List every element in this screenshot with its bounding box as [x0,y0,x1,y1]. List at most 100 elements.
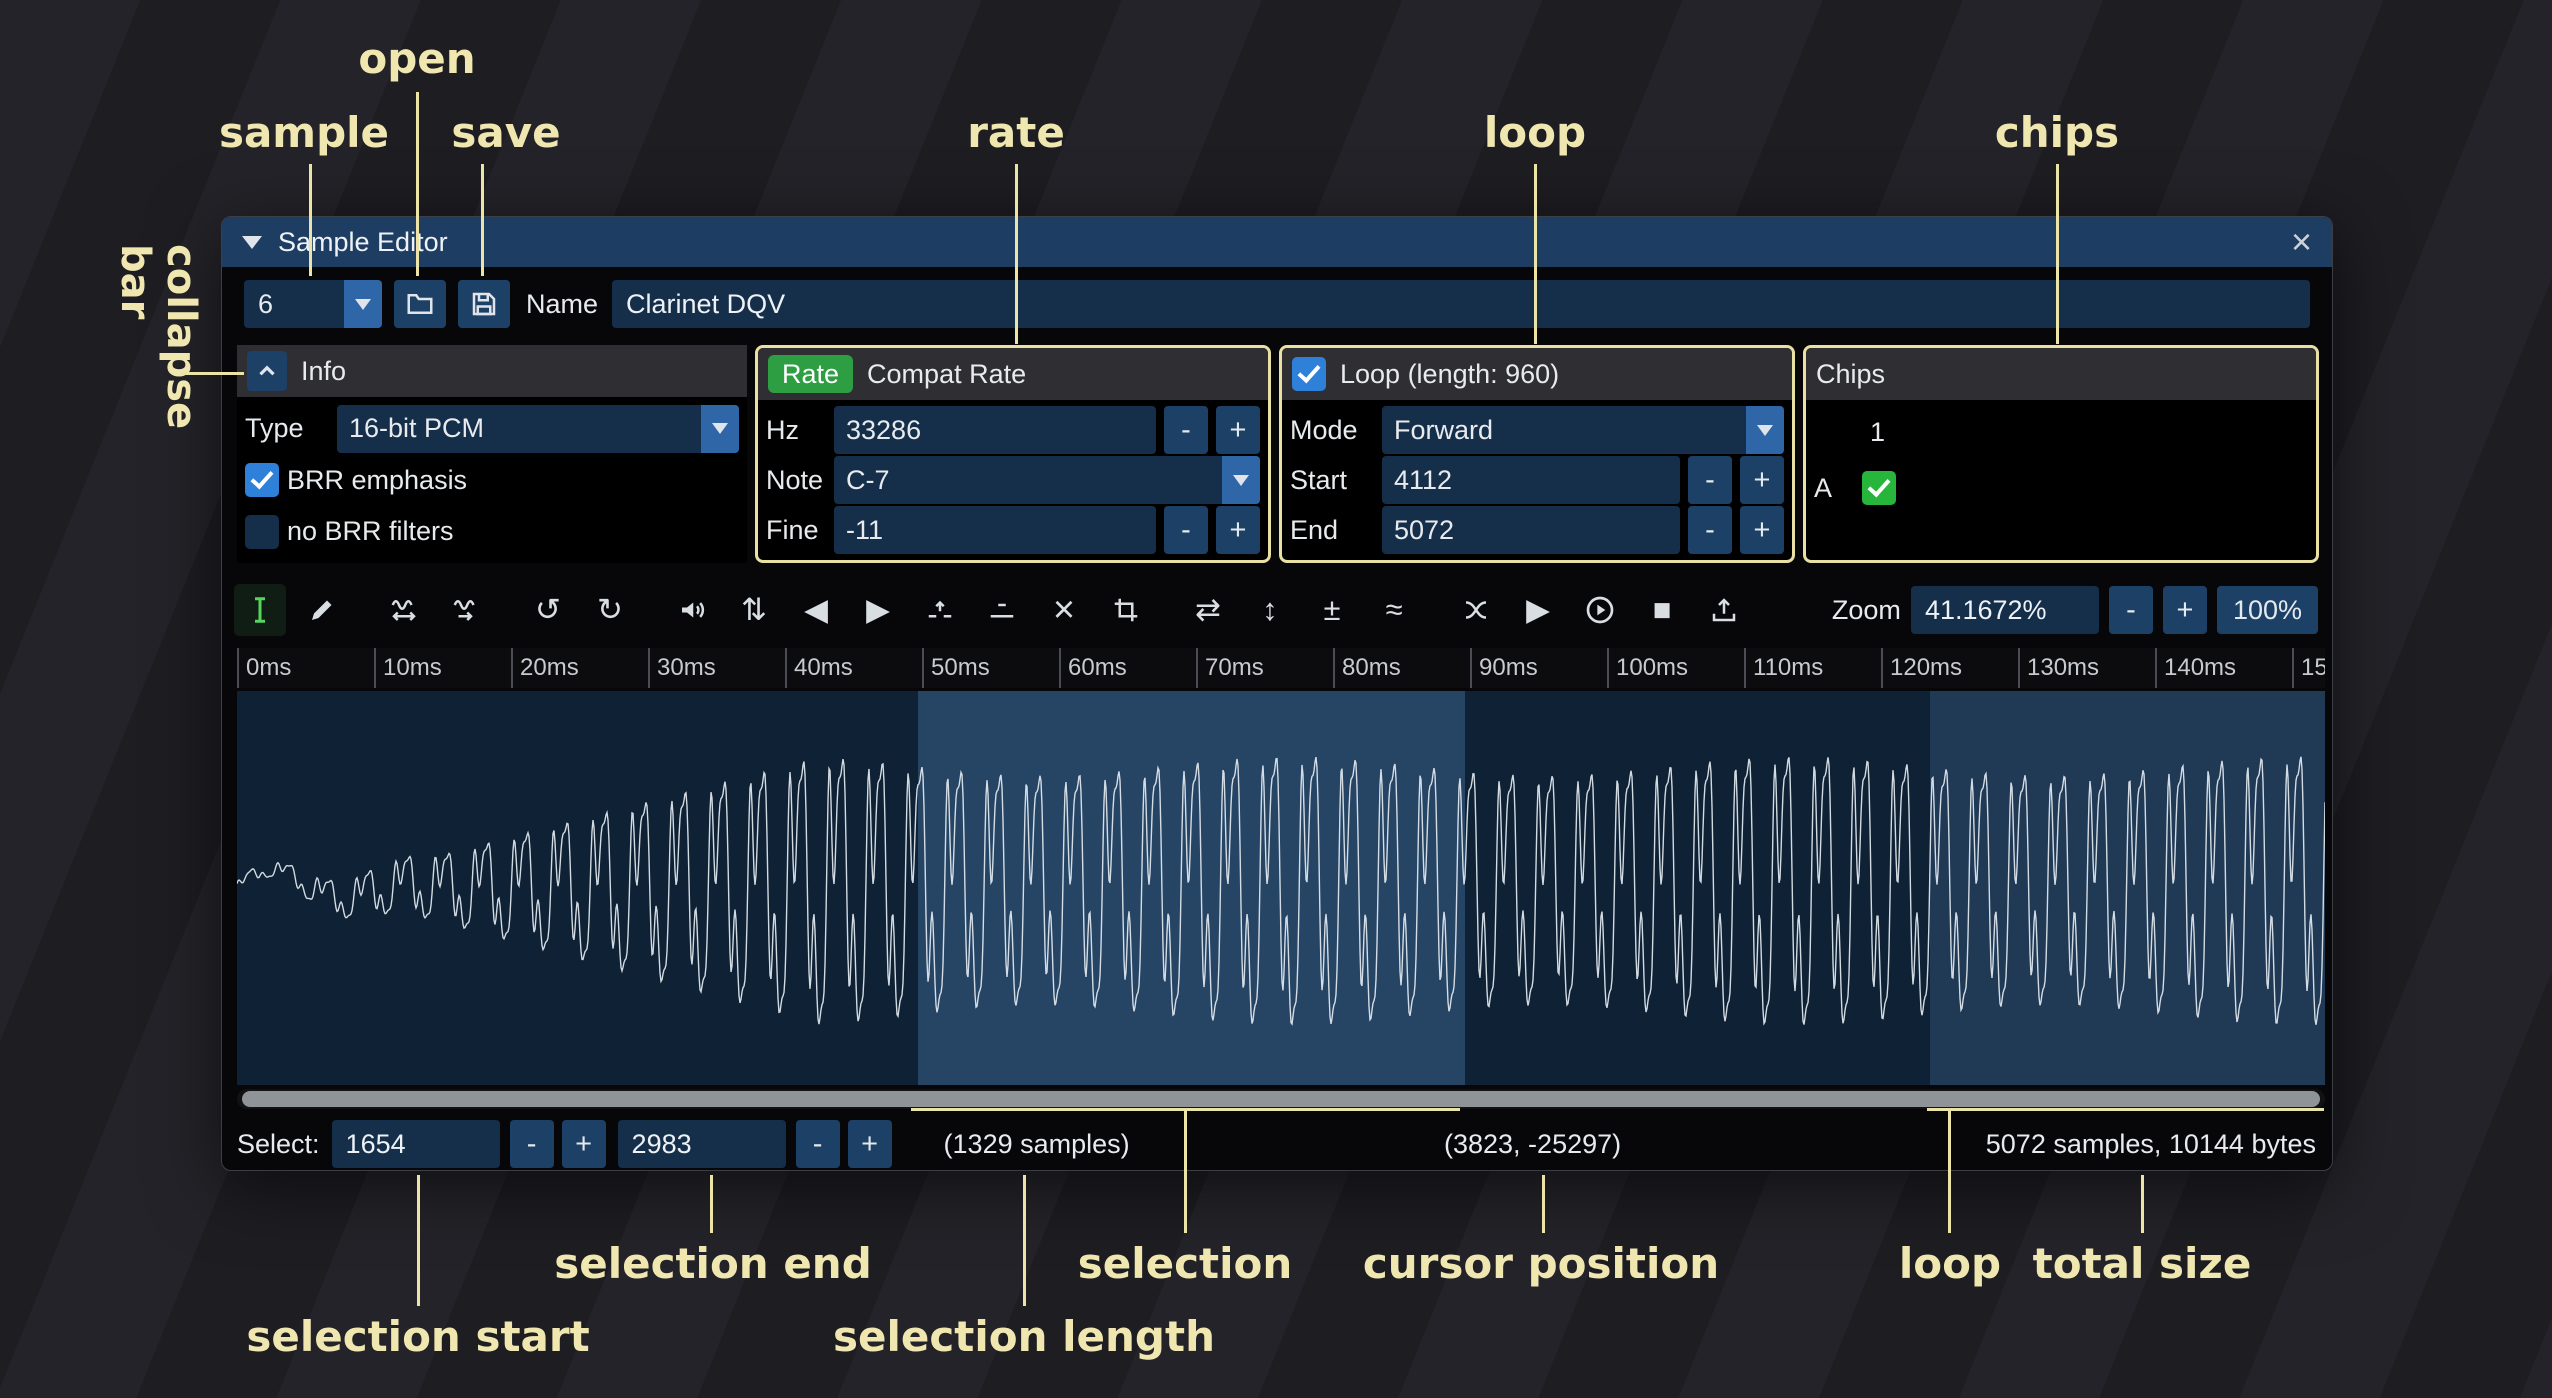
crossfade-icon [1461,595,1491,625]
invert-icon: ↕ [1262,592,1278,628]
chip-enable-checkbox[interactable] [1862,471,1896,505]
undo-button[interactable]: ↺ [522,584,574,636]
timeline-tick: 40ms [785,648,853,688]
stop-button[interactable]: ■ [1636,584,1688,636]
rate-preset-value[interactable]: Compat Rate [867,359,1026,390]
draw-mode-button[interactable] [296,584,348,636]
timeline-tick: 20ms [511,648,579,688]
note-dropdown-button[interactable] [1222,456,1260,504]
fade-out-button[interactable]: ▶ [852,584,904,636]
selection-end-input[interactable]: 2983 [618,1120,786,1168]
window-titlebar[interactable]: Sample Editor × [222,217,2332,267]
loop-end-plus-button[interactable]: + [1740,506,1784,554]
scrollbar-handle[interactable] [242,1091,2320,1107]
mode-selector[interactable]: Forward [1382,406,1784,454]
timeline-ruler[interactable]: 0ms10ms20ms30ms40ms50ms60ms70ms80ms90ms1… [237,648,2325,688]
timeline-tick: 60ms [1059,648,1127,688]
type-value: 16-bit PCM [337,405,701,453]
selection-end-minus-button[interactable]: - [796,1120,840,1168]
brr-emphasis-label: BRR emphasis [287,465,467,496]
annotation-line-open [416,92,419,276]
window-collapse-icon[interactable] [242,236,262,249]
annotation-chips: chips [1995,108,2119,157]
open-sample-button[interactable] [394,280,446,328]
selection-start-minus-button[interactable]: - [510,1120,554,1168]
zoom-in-button[interactable]: + [2163,586,2207,634]
close-icon[interactable]: × [2291,224,2312,260]
sample-number-value: 6 [244,280,344,328]
invert-button[interactable]: ↕ [1244,584,1296,636]
annotation-line-selection-length [1023,1175,1026,1306]
total-size-text: 5072 samples, 10144 bytes [1986,1129,2316,1160]
loop-checkbox[interactable] [1292,357,1326,391]
annotation-bracket-loop [1927,1108,2324,1111]
redo-button[interactable]: ↻ [584,584,636,636]
waveform-scrollbar[interactable] [237,1089,2325,1109]
fade-in-button[interactable]: ◀ [790,584,842,636]
loop-start-plus-button[interactable]: + [1740,456,1784,504]
play-button[interactable] [1574,584,1626,636]
normalize-icon: ⇅ [741,592,767,628]
sample-dropdown-button[interactable] [344,280,382,328]
sign-icon: ± [1323,592,1340,628]
type-dropdown-button[interactable] [701,405,739,453]
amplify-button[interactable] [666,584,718,636]
timeline-tick: 130ms [2018,648,2099,688]
annotation-line-rate [1015,164,1018,344]
annotation-line-loop [1534,164,1537,344]
resize-wave-icon [389,595,419,625]
hz-input[interactable]: 33286 [834,406,1156,454]
mode-dropdown-button[interactable] [1746,406,1784,454]
trim-button[interactable] [1100,584,1152,636]
type-label: Type [245,413,329,444]
fine-plus-button[interactable]: + [1216,506,1260,554]
loop-end-minus-button[interactable]: - [1688,506,1732,554]
save-sample-button[interactable] [458,280,510,328]
delete-button[interactable]: × [1038,584,1090,636]
hz-minus-button[interactable]: - [1164,406,1208,454]
sample-row: 6 Name Clarinet DQV [222,277,2332,331]
hz-plus-button[interactable]: + [1216,406,1260,454]
crossfade-button[interactable] [1450,584,1502,636]
floppy-disk-icon [469,289,499,319]
info-collapse-button[interactable] [247,351,287,391]
mode-row: Mode Forward [1290,406,1784,454]
upload-icon [1709,595,1739,625]
reverse-button[interactable]: ⇄ [1182,584,1234,636]
sample-selector[interactable]: 6 [244,280,382,328]
resample-button[interactable] [440,584,492,636]
fine-input[interactable]: -11 [834,506,1156,554]
annotation-line-total-size [2141,1175,2144,1233]
import-button[interactable] [1698,584,1750,636]
brr-emphasis-checkbox[interactable] [245,463,279,497]
annotation-line-sample [309,164,312,276]
resize-button[interactable] [378,584,430,636]
zoom-out-button[interactable]: - [2109,586,2153,634]
type-selector[interactable]: 16-bit PCM [337,405,739,453]
loop-start-minus-button[interactable]: - [1688,456,1732,504]
loop-start-input[interactable]: 4112 [1382,456,1680,504]
edit-mode-button[interactable] [234,584,286,636]
loop-end-input[interactable]: 5072 [1382,506,1680,554]
mode-value: Forward [1382,406,1746,454]
preview-button[interactable]: ▶ [1512,584,1564,636]
normalize-button[interactable]: ⇅ [728,584,780,636]
select-label: Select: [237,1129,320,1160]
selection-start-plus-button[interactable]: + [562,1120,606,1168]
note-selector[interactable]: C-7 [834,456,1260,504]
selection-end-plus-button[interactable]: + [848,1120,892,1168]
fine-minus-button[interactable]: - [1164,506,1208,554]
rate-badge[interactable]: Rate [768,355,853,393]
chevron-down-icon [1233,475,1249,486]
waveform-view[interactable] [237,691,2325,1085]
apply-filter-button[interactable]: ≈ [1368,584,1420,636]
zoom-reset-button[interactable]: 100% [2217,586,2318,634]
zoom-input[interactable]: 41.1672% [1911,586,2099,634]
apply-silence-button[interactable] [976,584,1028,636]
hz-label: Hz [766,415,826,446]
signed-unsigned-button[interactable]: ± [1306,584,1358,636]
zoom-label: Zoom [1832,595,1901,626]
no-brr-filters-checkbox[interactable] [245,515,279,549]
insert-silence-button[interactable] [914,584,966,636]
selection-start-input[interactable]: 1654 [332,1120,500,1168]
